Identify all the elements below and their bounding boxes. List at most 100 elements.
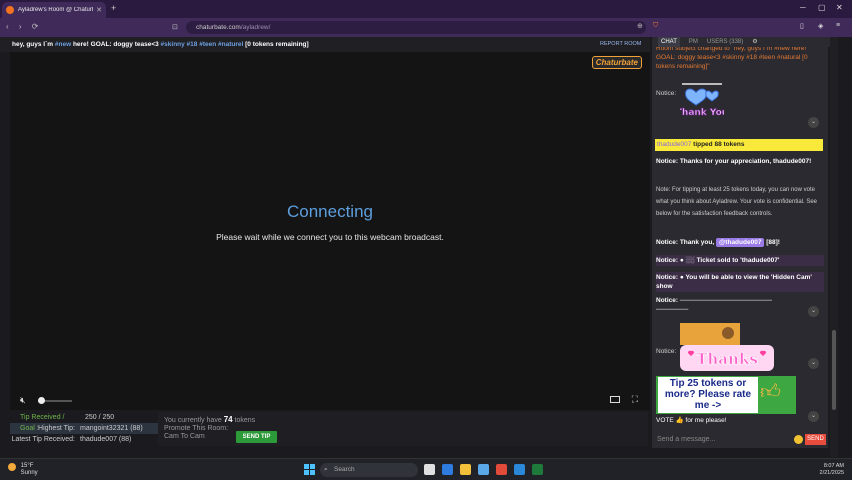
scroll-down-icon[interactable]: ⌄ (808, 306, 819, 317)
tab-title: Ayladrew's Room @ Chaturbate (18, 7, 93, 13)
sun-icon (8, 463, 16, 471)
brave-browser-icon[interactable] (496, 464, 507, 475)
send-message-button[interactable]: SEND (805, 434, 826, 445)
file-explorer-icon[interactable] (460, 464, 471, 475)
volume-knob[interactable] (38, 397, 45, 404)
rate-me-text: Tip 25 tokens or more? Please rate me -> (658, 377, 758, 413)
notice-thank-prefix: Notice: Thank you, (656, 239, 715, 246)
report-room-link[interactable]: REPORT ROOM (600, 41, 641, 47)
tab-pm[interactable]: PM (689, 37, 698, 47)
mention-badge[interactable]: @thadude007 (715, 238, 765, 247)
tab-chat[interactable]: CHAT (658, 37, 680, 47)
chat-message: Notice: Thanks for your appreciation, th… (656, 158, 812, 165)
highest-tip-label: Highest Tip: (38, 425, 75, 432)
url-field[interactable]: chaturbate.com/ayladrew/ (186, 21, 646, 34)
taskbar-search-label: Search (334, 466, 355, 473)
tipper-username[interactable]: thadude007 (657, 141, 691, 148)
chat-input-bar: Send a message... SEND (652, 432, 828, 448)
latest-tip-value: thadude007 (88) (80, 436, 132, 443)
scroll-down-icon[interactable]: ⌄ (808, 117, 819, 128)
url-host: chaturbate.com (196, 24, 241, 31)
thumbs-up-icon: 👍︎ (760, 381, 781, 403)
rate-me-banner: Tip 25 tokens or more? Please rate me ->… (656, 376, 796, 414)
latest-tip-label: Latest Tip Received: (11, 436, 75, 443)
chat-message: Note: For tipping at least 25 tokens tod… (656, 187, 817, 217)
windows-taskbar: 15°F Sunny ⌕ Search 8:07 AM 2/21/2025 (0, 458, 852, 480)
nav-buttons[interactable]: ‹ › ⟳ (6, 22, 42, 31)
subject-end: [0 tokens remaining] (243, 41, 309, 48)
token-prefix: You currently have (164, 417, 222, 424)
chat-message: Notice: ──────────────────── (656, 297, 772, 304)
menu-icon[interactable]: ≡ (836, 22, 840, 29)
chat-message: Notice: Thank you, @thadude007 [88]! (656, 238, 824, 247)
cam-to-cam-link[interactable]: Cam To Cam (164, 433, 228, 441)
url-path: /ayladrew/ (240, 24, 271, 31)
sidebar-icon[interactable]: ▯ (800, 22, 804, 30)
fullscreen-icon[interactable]: ⛶ (632, 394, 638, 405)
browser-tab-strip: Ayladrew's Room @ Chaturbate ✕ + ─ ▢ ✕ (0, 0, 852, 18)
bookmark-icon[interactable]: ⊡ (172, 23, 178, 31)
promote-room[interactable]: Promote This Room: Cam To Cam (164, 425, 228, 441)
emoji-icon[interactable] (794, 435, 803, 444)
browser-tab[interactable]: Ayladrew's Room @ Chaturbate ✕ (2, 2, 106, 18)
close-window-icon[interactable]: ✕ (836, 3, 843, 12)
weather-condition: Sunny (20, 470, 38, 476)
outlook-icon[interactable] (442, 464, 453, 475)
notice-thank-suffix: [88]! (766, 239, 780, 246)
zoom-icon[interactable]: ⊕ (637, 22, 643, 30)
close-tab-icon[interactable]: ✕ (96, 6, 102, 14)
thank-image-text: Thank You (680, 108, 724, 118)
excel-icon[interactable] (532, 464, 543, 475)
chat-scroll-thumb[interactable] (832, 330, 836, 410)
tip-stats: Tip Received / Goal : 250 / 250 Highest … (10, 412, 158, 445)
promote-label[interactable]: Promote This Room: (164, 425, 228, 433)
tip-notice: thadude007 tipped 88 tokens (655, 139, 823, 151)
taskbar-search[interactable]: ⌕ Search (320, 463, 418, 477)
tip-received-label: Tip Received / Goal : (20, 414, 65, 432)
token-panel: You currently have 74 tokens Promote Thi… (158, 412, 648, 446)
token-balance: You currently have 74 tokens (164, 415, 255, 424)
chat-settings-icon[interactable]: ⚙ (752, 37, 757, 47)
system-clock[interactable]: 8:07 AM 2/21/2025 (812, 463, 844, 477)
connecting-message: Please wait while we connect you to this… (216, 232, 444, 242)
chat-input[interactable]: Send a message... (657, 436, 715, 443)
scroll-down-icon[interactable]: ⌄ (808, 358, 819, 369)
send-tip-button[interactable]: SEND TIP (236, 431, 277, 443)
chat-message: ─────── (656, 306, 689, 313)
tip-text: tipped 88 tokens (691, 141, 745, 148)
thanks-image: Thanks (680, 323, 774, 371)
new-tab-icon[interactable]: + (111, 3, 116, 13)
subject-mid: here! GOAL: doggy tease<3 (71, 41, 161, 48)
tip-received-row: Tip Received / Goal : 250 / 250 (10, 412, 158, 432)
weather-temp: 15°F (20, 463, 34, 469)
clock-time: 8:07 AM (823, 463, 844, 469)
mute-icon[interactable]: 🔇︎ (20, 395, 26, 406)
wallet-icon[interactable]: ◈ (818, 22, 823, 30)
thank-you-image: Thank You (680, 83, 724, 118)
subject-tags[interactable]: #skinny #18 #teen #naturel (161, 41, 244, 48)
app-icon[interactable] (514, 464, 525, 475)
search-icon: ⌕ (324, 466, 328, 473)
highest-tip-value: mangoint32321 (88) (80, 425, 143, 432)
theater-mode-icon[interactable] (610, 396, 620, 403)
chat-message: Room subject changed to "hey, guys I´m #… (656, 47, 808, 70)
token-suffix: tokens (234, 417, 256, 424)
thanks-image-text: Thanks (696, 350, 758, 368)
tab-users[interactable]: USERS (338) (707, 37, 743, 47)
taskview-icon[interactable] (424, 464, 435, 475)
weather-widget[interactable]: 15°F Sunny (8, 463, 38, 477)
chaturbate-logo: Chaturbate (591, 56, 642, 69)
brave-shield-icon[interactable]: ⛉ (653, 22, 658, 30)
start-menu-icon[interactable] (304, 464, 315, 475)
chat-message: Notice: ● You will be able to view the '… (656, 272, 824, 292)
subject-text: hey, guys I´m (12, 41, 55, 48)
minimize-icon[interactable]: ─ (800, 3, 806, 12)
highest-tip-row: Highest Tip: mangoint32321 (88) (10, 423, 158, 434)
clock-date: 2/21/2025 (819, 470, 844, 476)
maximize-icon[interactable]: ▢ (818, 3, 826, 12)
room-subject: hey, guys I´m #new here! GOAL: doggy tea… (0, 37, 650, 52)
video-player[interactable]: Chaturbate Connecting Please wait while … (10, 52, 650, 410)
app-icon[interactable] (478, 464, 489, 475)
subject-tag-new[interactable]: #new (55, 41, 71, 48)
address-bar-row: ‹ › ⟳ ⊡ chaturbate.com/ayladrew/ ⊕ ⛉ ▯ ◈… (0, 18, 852, 37)
